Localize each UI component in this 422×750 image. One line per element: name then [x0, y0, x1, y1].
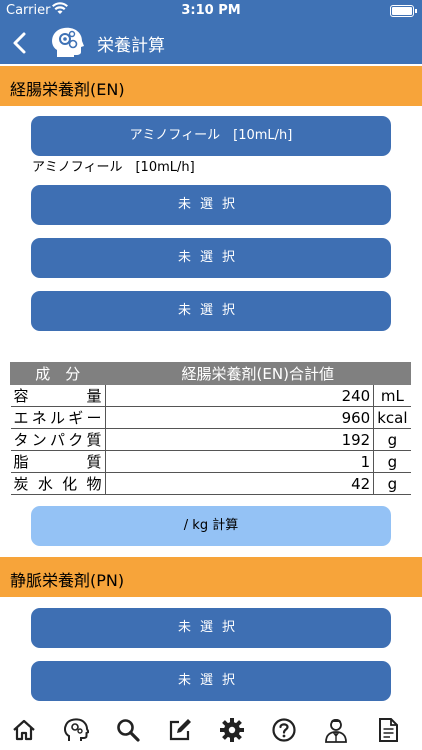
pn-product-button-1[interactable]: 未選択 [31, 608, 391, 648]
nav-bar: 栄養計算 [0, 22, 422, 64]
nutrient-value: 1 [105, 450, 375, 473]
back-chevron-icon[interactable] [8, 28, 34, 58]
nutrient-name: 脂質 [10, 450, 106, 473]
tab-bar [0, 707, 422, 750]
en-total-column-header: 経腸栄養剤(EN)合計値 [104, 362, 411, 385]
nutrient-value: 240 [105, 384, 375, 407]
nutrient-unit: g [373, 472, 411, 495]
table-row: 炭水化物 42 g [10, 472, 411, 495]
en-section-title: 経腸栄養剤(EN) [10, 80, 125, 99]
en-section-header: 経腸栄養剤(EN) [0, 66, 422, 106]
nutrient-unit: kcal [373, 406, 411, 429]
clock: 3:10 PM [181, 3, 241, 18]
table-row: エネルギー 960 kcal [10, 406, 411, 429]
table-row: 容量 240 mL [10, 384, 411, 407]
edit-icon[interactable] [167, 717, 193, 743]
brain-head-logo-icon [48, 24, 86, 62]
nutrient-unit: g [373, 450, 411, 473]
en-selected-product-label: アミノフィール [10mL/h] [32, 160, 195, 175]
en-product-button-3[interactable]: 未選択 [31, 238, 391, 278]
document-icon[interactable] [375, 717, 401, 743]
pn-section-header: 静脈栄養剤(PN) [0, 557, 422, 597]
battery-icon [390, 5, 417, 17]
en-product-button-4[interactable]: 未選択 [31, 291, 391, 331]
nutrient-name: 容量 [10, 384, 106, 407]
doctor-icon[interactable] [323, 717, 349, 743]
search-icon[interactable] [115, 717, 141, 743]
nutrient-table: 成 分 経腸栄養剤(EN)合計値 容量 240 mL エネルギー 960 kca… [10, 362, 411, 495]
nutrient-name: 炭水化物 [10, 472, 106, 495]
pn-product-button-2[interactable]: 未選択 [31, 661, 391, 701]
nutrient-value: 960 [105, 406, 375, 429]
brain-icon[interactable] [63, 717, 90, 743]
pn-section-title: 静脈栄養剤(PN) [10, 571, 125, 590]
table-row: 脂質 1 g [10, 450, 411, 473]
nutrient-unit: mL [373, 384, 411, 407]
home-icon[interactable] [11, 717, 37, 743]
nutrient-value: 42 [105, 472, 375, 495]
en-product-button-1[interactable]: アミノフィール [10mL/h] [31, 116, 391, 156]
nutrient-name: エネルギー [10, 406, 106, 429]
table-header-row: 成 分 経腸栄養剤(EN)合計値 [10, 362, 411, 385]
status-bar: Carrier 3:10 PM [0, 0, 422, 22]
nutrient-value: 192 [105, 428, 375, 451]
page-title: 栄養計算 [97, 36, 165, 56]
nutrient-name: タンパク質 [10, 428, 106, 451]
gear-icon[interactable] [219, 717, 245, 743]
nutrient-unit: g [373, 428, 411, 451]
table-row: タンパク質 192 g [10, 428, 411, 451]
en-product-button-2[interactable]: 未選択 [31, 185, 391, 225]
help-icon[interactable] [271, 717, 297, 743]
per-kg-calculate-button[interactable]: / kg 計算 [31, 506, 391, 546]
component-column-header: 成 分 [10, 362, 106, 385]
